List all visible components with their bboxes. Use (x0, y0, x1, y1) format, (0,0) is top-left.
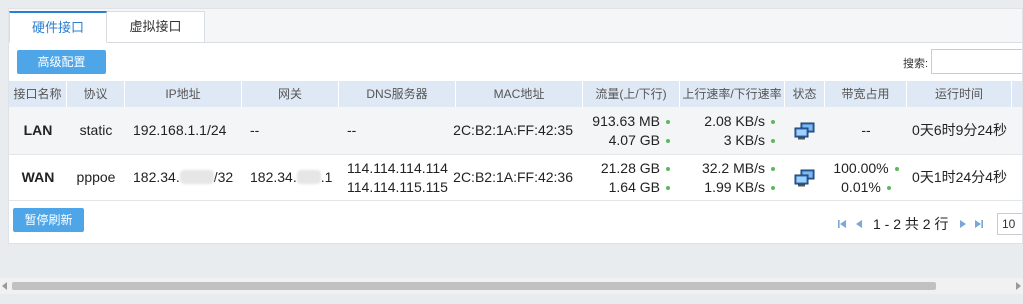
up-indicator-icon (666, 166, 670, 171)
cell-status (785, 107, 825, 154)
cell-bandwidth: -- (861, 122, 871, 138)
up-indicator-icon (771, 166, 775, 171)
scroll-left-icon[interactable] (2, 282, 7, 290)
last-page-icon[interactable] (974, 219, 984, 229)
cell-uptime: 0天6时9分24秒 (912, 122, 1007, 138)
table-row[interactable]: WAN pppoe 182.34. /32 182.34. .1 114.114.1… (9, 155, 1022, 201)
scrollbar-thumb[interactable] (12, 282, 936, 290)
ip-prefix: 182.34. (133, 169, 180, 185)
traffic-up: 913.63 MB (592, 112, 660, 129)
cell-protocol: pppoe (76, 169, 116, 185)
cell-traffic: 21.28 GB 1.64 GB (583, 155, 680, 200)
pagination-summary: 1 - 2 共 2 行 (873, 216, 949, 232)
gateway-prefix: 182.34. (250, 169, 297, 185)
down-indicator-icon (771, 185, 775, 190)
redacted-mask (296, 170, 321, 184)
redacted-mask (179, 170, 214, 184)
down-indicator-icon (666, 138, 670, 143)
header-traffic: 流量(上/下行) (583, 81, 680, 107)
bandwidth-up: 100.00% (833, 159, 889, 176)
cell-gateway: -- (250, 122, 260, 138)
up-indicator-icon (771, 119, 775, 124)
header-uptime: 运行时间 (907, 81, 1012, 107)
network-connected-icon (794, 169, 815, 186)
rate-down: 1.99 KB/s (704, 178, 765, 195)
gateway-suffix: .1 (320, 169, 333, 185)
cell-mac-address: 2C:B2:1A:FF:42:36 (453, 169, 573, 185)
rate-up: 32.2 MB/s (701, 159, 765, 176)
cell-interface-name: LAN (23, 122, 53, 138)
header-bandwidth: 带宽占用 (825, 81, 907, 107)
header-rate: 上行速率/下行速率 (680, 81, 785, 107)
rate-down: 3 KB/s (723, 131, 765, 148)
traffic-down: 1.64 GB (608, 178, 660, 195)
table-row[interactable]: LAN static 192.168.1.1/24 -- -- 2C:B2:1A… (9, 107, 1022, 155)
traffic-down: 4.07 GB (608, 131, 660, 148)
header-dns-server: DNS服务器 (339, 81, 456, 107)
up-indicator-icon (894, 166, 899, 171)
header-interface-name: 接口名称 (9, 81, 67, 107)
cell-ip-address: 192.168.1.1/24 (133, 122, 227, 138)
header-gateway: 网关 (242, 81, 339, 107)
cell-interface-name: WAN (21, 169, 55, 185)
header-extra (1012, 81, 1022, 107)
advanced-config-button[interactable]: 高级配置 (17, 50, 106, 74)
cell-protocol: static (79, 122, 113, 138)
scroll-right-icon[interactable] (1016, 282, 1021, 290)
network-connected-icon (794, 122, 815, 139)
cell-status (785, 155, 825, 200)
cell-dns-server: -- (347, 122, 357, 138)
cell-rate: 2.08 KB/s 3 KB/s (680, 107, 785, 154)
next-page-icon[interactable] (958, 219, 968, 229)
header-status: 状态 (785, 81, 825, 107)
bandwidth-down: 0.01% (841, 178, 881, 195)
pause-refresh-button[interactable]: 暂停刷新 (13, 208, 84, 232)
cell-rate: 32.2 MB/s 1.99 KB/s (680, 155, 785, 200)
cell-mac-address: 2C:B2:1A:FF:42:35 (453, 122, 573, 138)
down-indicator-icon (666, 185, 670, 190)
search-label: 搜索: (903, 58, 929, 70)
header-protocol: 协议 (67, 81, 125, 107)
rate-up: 2.08 KB/s (704, 112, 765, 129)
prev-page-icon[interactable] (854, 219, 864, 229)
traffic-up: 21.28 GB (600, 159, 660, 176)
table-header: 接口名称 协议 IP地址 网关 DNS服务器 MAC地址 流量(上/下行) 上行… (9, 81, 1022, 107)
cell-ip-address: 182.34. /32 (125, 155, 242, 200)
tab-hardware-interface[interactable]: 硬件接口 (9, 11, 107, 43)
tab-bar: 硬件接口 虚拟接口 (9, 9, 1022, 43)
header-ip-address: IP地址 (125, 81, 242, 107)
cell-dns-server: 114.114.114.114 114.114.115.115 (347, 159, 448, 195)
horizontal-scrollbar[interactable] (0, 278, 1023, 294)
interface-panel: 硬件接口 虚拟接口 高级配置 搜索: 接口名称 协议 IP地址 网关 DNS服务… (8, 8, 1023, 244)
cell-gateway: 182.34. .1 (242, 155, 339, 200)
down-indicator-icon (771, 138, 775, 143)
cell-bandwidth: 100.00% 0.01% (825, 155, 907, 200)
search-input[interactable] (931, 49, 1022, 74)
ip-suffix: /32 (213, 169, 234, 185)
header-mac-address: MAC地址 (456, 81, 583, 107)
down-indicator-icon (886, 185, 891, 190)
up-indicator-icon (666, 119, 670, 124)
first-page-icon[interactable] (837, 219, 847, 229)
tab-virtual-interface[interactable]: 虚拟接口 (107, 11, 205, 43)
cell-uptime: 0天1时24分4秒 (912, 169, 1007, 185)
cell-traffic: 913.63 MB 4.07 GB (583, 107, 680, 154)
page-size-select[interactable]: 10 (997, 213, 1022, 235)
